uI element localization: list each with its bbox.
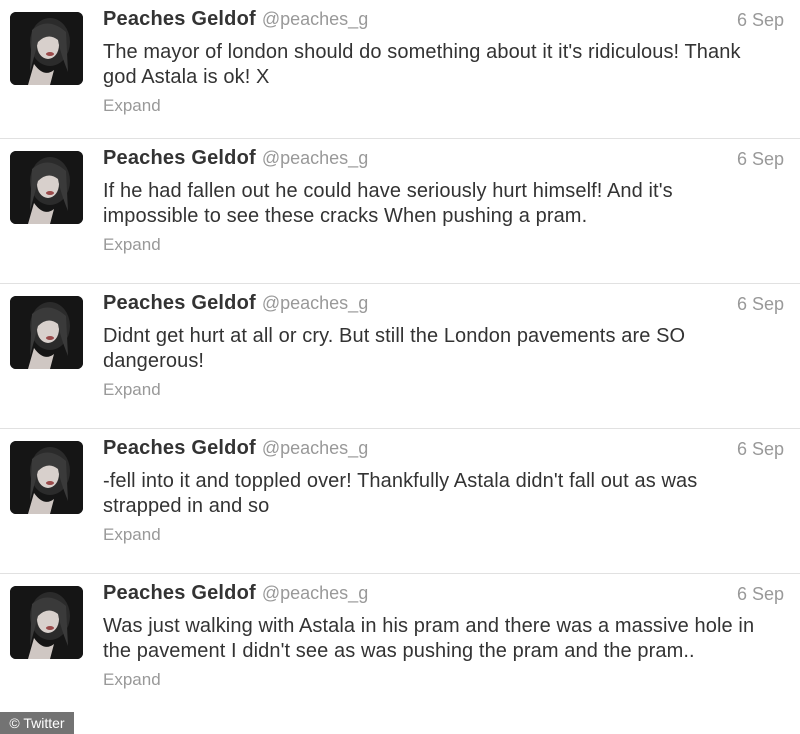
tweet-date[interactable]: 6 Sep xyxy=(737,584,784,605)
tweet-date[interactable]: 6 Sep xyxy=(737,149,784,170)
tweet-date[interactable]: 6 Sep xyxy=(737,10,784,31)
avatar[interactable] xyxy=(10,296,83,369)
tweet-text: -fell into it and toppled over! Thankful… xyxy=(103,470,698,517)
expand-link[interactable]: Expand xyxy=(103,380,161,400)
author-name[interactable]: Peaches Geldof xyxy=(103,292,256,314)
author-name[interactable]: Peaches Geldof xyxy=(103,147,256,169)
tweet[interactable]: Peaches Geldof @peaches_g 6 Sep Was just … xyxy=(0,574,800,734)
tweet[interactable]: Peaches Geldof @peaches_g 6 Sep -fell int… xyxy=(0,429,800,574)
tweet-text: Didnt get hurt at all or cry. But still … xyxy=(103,325,686,372)
tweet-date[interactable]: 6 Sep xyxy=(737,294,784,315)
author-name[interactable]: Peaches Geldof xyxy=(103,8,256,30)
author-handle[interactable]: @peaches_g xyxy=(262,583,368,603)
tweet[interactable]: Peaches Geldof @peaches_g 6 Sep If he had… xyxy=(0,139,800,284)
avatar[interactable] xyxy=(10,151,83,224)
author-name[interactable]: Peaches Geldof xyxy=(103,582,256,604)
tweet-text: If he had fallen out he could have serio… xyxy=(103,180,673,227)
author-handle[interactable]: @peaches_g xyxy=(262,148,368,168)
avatar[interactable] xyxy=(10,586,83,659)
tweet-text: The mayor of london should do something … xyxy=(103,41,741,88)
expand-link[interactable]: Expand xyxy=(103,670,161,690)
expand-link[interactable]: Expand xyxy=(103,96,161,116)
tweet[interactable]: Peaches Geldof @peaches_g 6 Sep The mayor… xyxy=(0,0,800,139)
expand-link[interactable]: Expand xyxy=(103,525,161,545)
tweet-text: Was just walking with Astala in his pram… xyxy=(103,615,755,662)
author-handle[interactable]: @peaches_g xyxy=(262,438,368,458)
avatar[interactable] xyxy=(10,441,83,514)
tweet[interactable]: Peaches Geldof @peaches_g 6 Sep Didnt get… xyxy=(0,284,800,429)
avatar[interactable] xyxy=(10,12,83,85)
author-handle[interactable]: @peaches_g xyxy=(262,293,368,313)
author-handle[interactable]: @peaches_g xyxy=(262,9,368,29)
expand-link[interactable]: Expand xyxy=(103,235,161,255)
author-name[interactable]: Peaches Geldof xyxy=(103,437,256,459)
image-credit: © Twitter xyxy=(0,712,74,734)
tweet-date[interactable]: 6 Sep xyxy=(737,439,784,460)
